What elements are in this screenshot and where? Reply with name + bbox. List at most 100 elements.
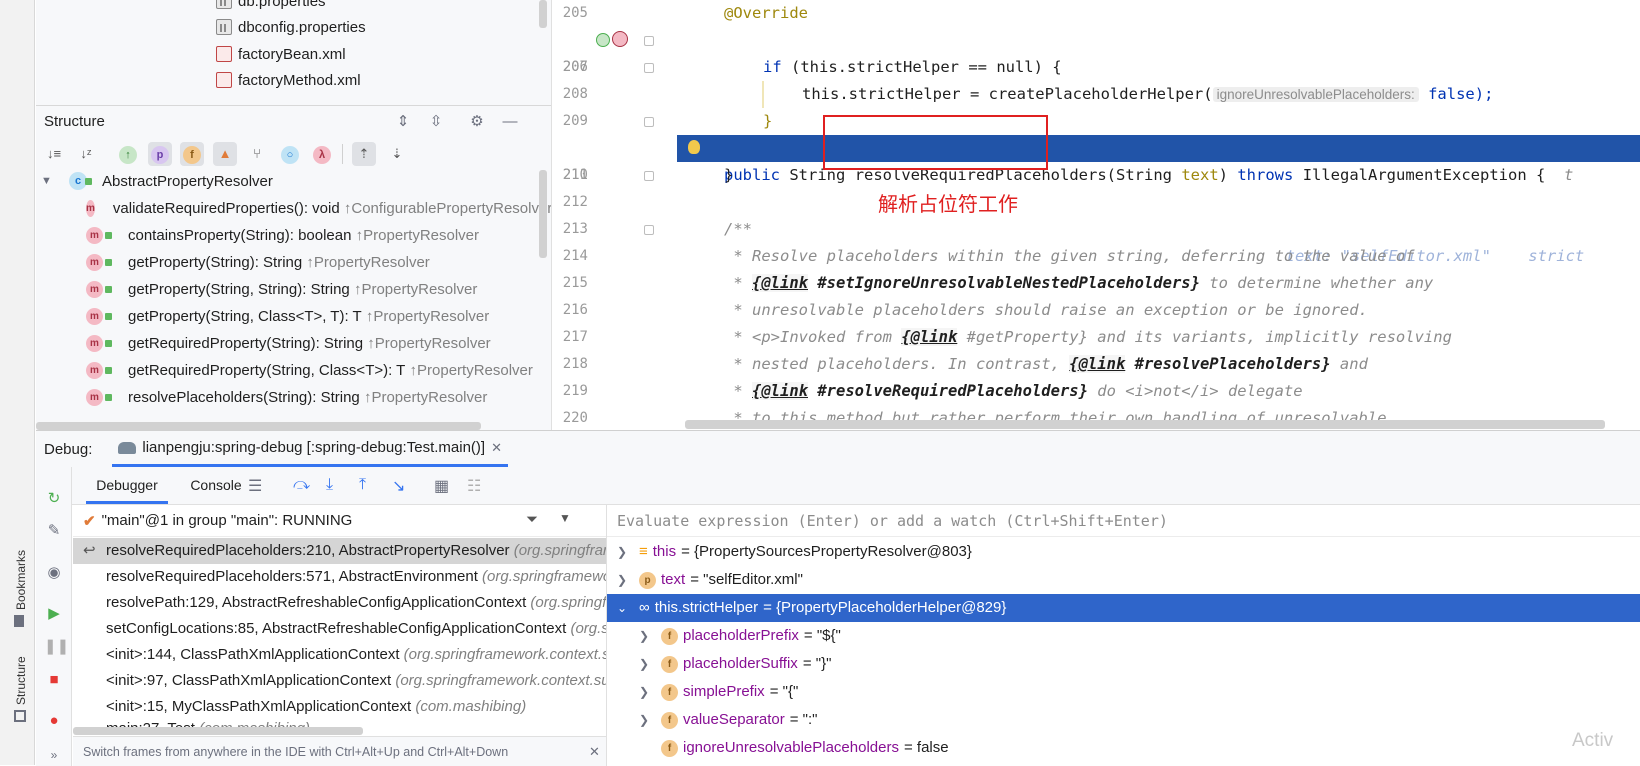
more-icon[interactable]: » [44, 745, 64, 765]
watch-input[interactable]: Evaluate expression (Enter) or add a wat… [607, 505, 1640, 537]
view-breakpoints-icon[interactable]: ◉ [44, 563, 64, 583]
fold-icon[interactable] [644, 36, 654, 46]
doc-link-tag[interactable]: {@link [1069, 355, 1126, 373]
show-properties-icon[interactable]: p [148, 142, 172, 166]
tree-file[interactable]: dbconfig.properties [216, 14, 366, 40]
code-line[interactable]: 215 * {@link #setIgnoreUnresolvableNeste… [552, 270, 1640, 297]
show-non-public-icon[interactable]: ▲ [213, 142, 237, 166]
variable-row[interactable]: ❯ ≡ this = {PropertySourcesPropertyResolve… [607, 538, 1640, 566]
chevron-down-icon[interactable]: ⌄ [617, 594, 627, 622]
fold-icon[interactable] [644, 225, 654, 235]
show-anonymous-icon[interactable]: ⑂ [245, 142, 269, 166]
stack-frame[interactable]: <init>:144, ClassPathXmlApplicationConte… [73, 642, 606, 668]
show-fields-icon[interactable]: f [180, 142, 204, 166]
autoscroll-to-source-icon[interactable]: ⇡ [352, 142, 376, 166]
code-line[interactable]: 219 * {@link #resolveRequiredPlaceholder… [552, 378, 1640, 405]
wrench-icon[interactable]: ✎ [44, 521, 64, 541]
code-line[interactable]: 212 [552, 189, 1640, 216]
chevron-down-icon[interactable]: ▼ [41, 175, 59, 187]
structure-method-row[interactable]: m getProperty(String, String): String ↑Pr… [36, 275, 551, 303]
gear-icon[interactable]: ⚙ [467, 112, 487, 132]
doc-link-ref[interactable]: #resolvePlaceholders} [1135, 355, 1331, 373]
structure-method-row[interactable]: m getRequiredProperty(String, Class<T>): … [36, 356, 551, 384]
sort-visibility-icon[interactable]: ↓≡ [42, 142, 66, 166]
stack-frame[interactable]: resolvePath:129, AbstractRefreshableConf… [73, 590, 606, 616]
chevron-right-icon[interactable]: ❯ [617, 566, 627, 594]
variable-row[interactable]: ❯ f simplePrefix = "{" [607, 678, 1640, 706]
minimize-icon[interactable]: — [500, 112, 520, 132]
code-line[interactable]: 214 * Resolve placeholders within the gi… [552, 243, 1640, 270]
doc-link-tag[interactable]: {@link [752, 274, 808, 292]
code-line-current[interactable]: 210 return doResolvePlaceholders(text, t… [552, 135, 1640, 265]
step-over-icon[interactable]: ⤼ [293, 476, 313, 496]
chevron-right-icon[interactable]: ❯ [639, 678, 649, 706]
resume-icon[interactable]: ▶ [44, 604, 64, 624]
editor-hscrollbar[interactable] [685, 420, 1605, 429]
code-editor[interactable]: 205 @Override 206 public String resolveRe… [551, 0, 1640, 430]
chevron-right-icon[interactable]: ❯ [639, 622, 649, 650]
structure-tab[interactable]: Structure [14, 656, 28, 705]
fold-icon[interactable] [644, 117, 654, 127]
layout-menu-icon[interactable]: ☰ [248, 476, 268, 496]
step-into-icon[interactable]: ⤓ [326, 476, 346, 496]
code-line[interactable]: 216 * unresolvable placeholders should r… [552, 297, 1640, 324]
code-line[interactable]: 217 * <p>Invoked from {@link #getPropert… [552, 324, 1640, 351]
chevron-down-icon[interactable]: ▼ [559, 511, 571, 525]
code-line[interactable]: 206 public String resolveRequiredPlaceho… [552, 27, 1640, 184]
implements-gutter-icon[interactable] [596, 33, 610, 47]
expand-all-icon[interactable]: ⇕ [393, 112, 413, 132]
close-icon[interactable]: ✕ [589, 737, 600, 766]
structure-method-row[interactable]: m resolvePlaceholders(String): String ↑Pr… [36, 383, 551, 411]
code-line[interactable]: 218 * nested placeholders. In contrast, … [552, 351, 1640, 378]
tab-console[interactable]: Console [176, 467, 256, 504]
code-line[interactable]: 209} [552, 108, 1640, 135]
intention-bulb-icon[interactable] [688, 140, 700, 154]
chevron-right-icon[interactable]: ❯ [639, 706, 649, 734]
structure-method-row[interactable]: m containsProperty(String): boolean ↑Prop… [36, 221, 551, 249]
doc-link-tag[interactable]: {@link [901, 328, 958, 346]
tree-file[interactable]: factoryBean.xml [216, 41, 346, 67]
rerun-icon[interactable]: ↻ [44, 489, 64, 509]
overrides-gutter-icon[interactable] [612, 31, 628, 47]
stack-frame[interactable]: setConfigLocations:85, AbstractRefreshab… [73, 616, 606, 642]
code-line[interactable]: 211} [552, 162, 1640, 189]
stack-frame[interactable]: <init>:15, MyClassPathXmlApplicationCont… [73, 694, 606, 720]
code-line[interactable]: 205 @Override [552, 0, 1640, 27]
code-line[interactable]: 208 this.strictHelper = createPlaceholder… [552, 81, 1640, 108]
variable-row[interactable]: ❯ f placeholderPrefix = "${" [607, 622, 1640, 650]
tree-file[interactable]: db.properties [216, 0, 326, 14]
mute-breakpoints-icon[interactable]: ● [44, 711, 64, 731]
chevron-right-icon[interactable]: ❯ [639, 650, 649, 678]
variable-row[interactable]: ❯ f valueSeparator = ":" [607, 706, 1640, 734]
frames-hscrollbar[interactable] [73, 727, 363, 735]
code-line[interactable]: 207 if (this.strictHelper == null) { [552, 54, 1640, 81]
trace-stream-icon[interactable]: ☷ [467, 476, 487, 496]
step-out-icon[interactable]: ⤒ [359, 476, 379, 496]
structure-method-row[interactable]: m getRequiredProperty(String): String ↑Pr… [36, 329, 551, 357]
tab-debugger[interactable]: Debugger [86, 467, 168, 504]
show-inherited-icon[interactable]: ↑ [116, 142, 140, 166]
structure-scrollbar[interactable] [539, 170, 547, 258]
stack-frame-current[interactable]: ↩ resolveRequiredPlaceholders:210, Abstra… [73, 538, 606, 564]
evaluate-expression-icon[interactable]: ▦ [434, 476, 454, 496]
collapse-all-icon[interactable]: ⇳ [426, 112, 446, 132]
variable-row[interactable]: f ignoreUnresolvablePlaceholders = false [607, 734, 1640, 762]
structure-hscrollbar[interactable] [36, 422, 481, 430]
variable-row[interactable]: ❯ p text = "selfEditor.xml" [607, 566, 1640, 594]
code-line[interactable]: 213 /** [552, 216, 1640, 243]
autoscroll-from-source-icon[interactable]: ⇣ [385, 142, 409, 166]
run-to-cursor-icon[interactable]: ↘ [392, 476, 412, 496]
show-anonymous-classes-icon[interactable]: ○ [278, 142, 302, 166]
structure-class-row[interactable]: ▼ c AbstractPropertyResolver [36, 167, 551, 195]
bookmarks-tab[interactable]: Bookmarks [14, 550, 28, 610]
structure-method-row[interactable]: m validateRequiredProperties(): void ↑Con… [36, 194, 551, 222]
thread-selector[interactable]: ✔ "main"@1 in group "main": RUNNING ⏷ ▼ [73, 505, 606, 537]
show-lambdas-icon[interactable]: λ [310, 142, 334, 166]
pause-icon[interactable]: ❚❚ [44, 637, 69, 657]
doc-link-ref[interactable]: #resolveRequiredPlaceholders} [817, 382, 1088, 400]
chevron-right-icon[interactable]: ❯ [617, 538, 627, 566]
structure-method-row[interactable]: m getProperty(String, Class<T>, T): T ↑Pr… [36, 302, 551, 330]
doc-link-ref[interactable]: #setIgnoreUnresolvableNestedPlaceholders… [817, 274, 1200, 292]
close-icon[interactable]: ✕ [491, 440, 502, 456]
filter-icon[interactable]: ⏷ [526, 511, 538, 528]
